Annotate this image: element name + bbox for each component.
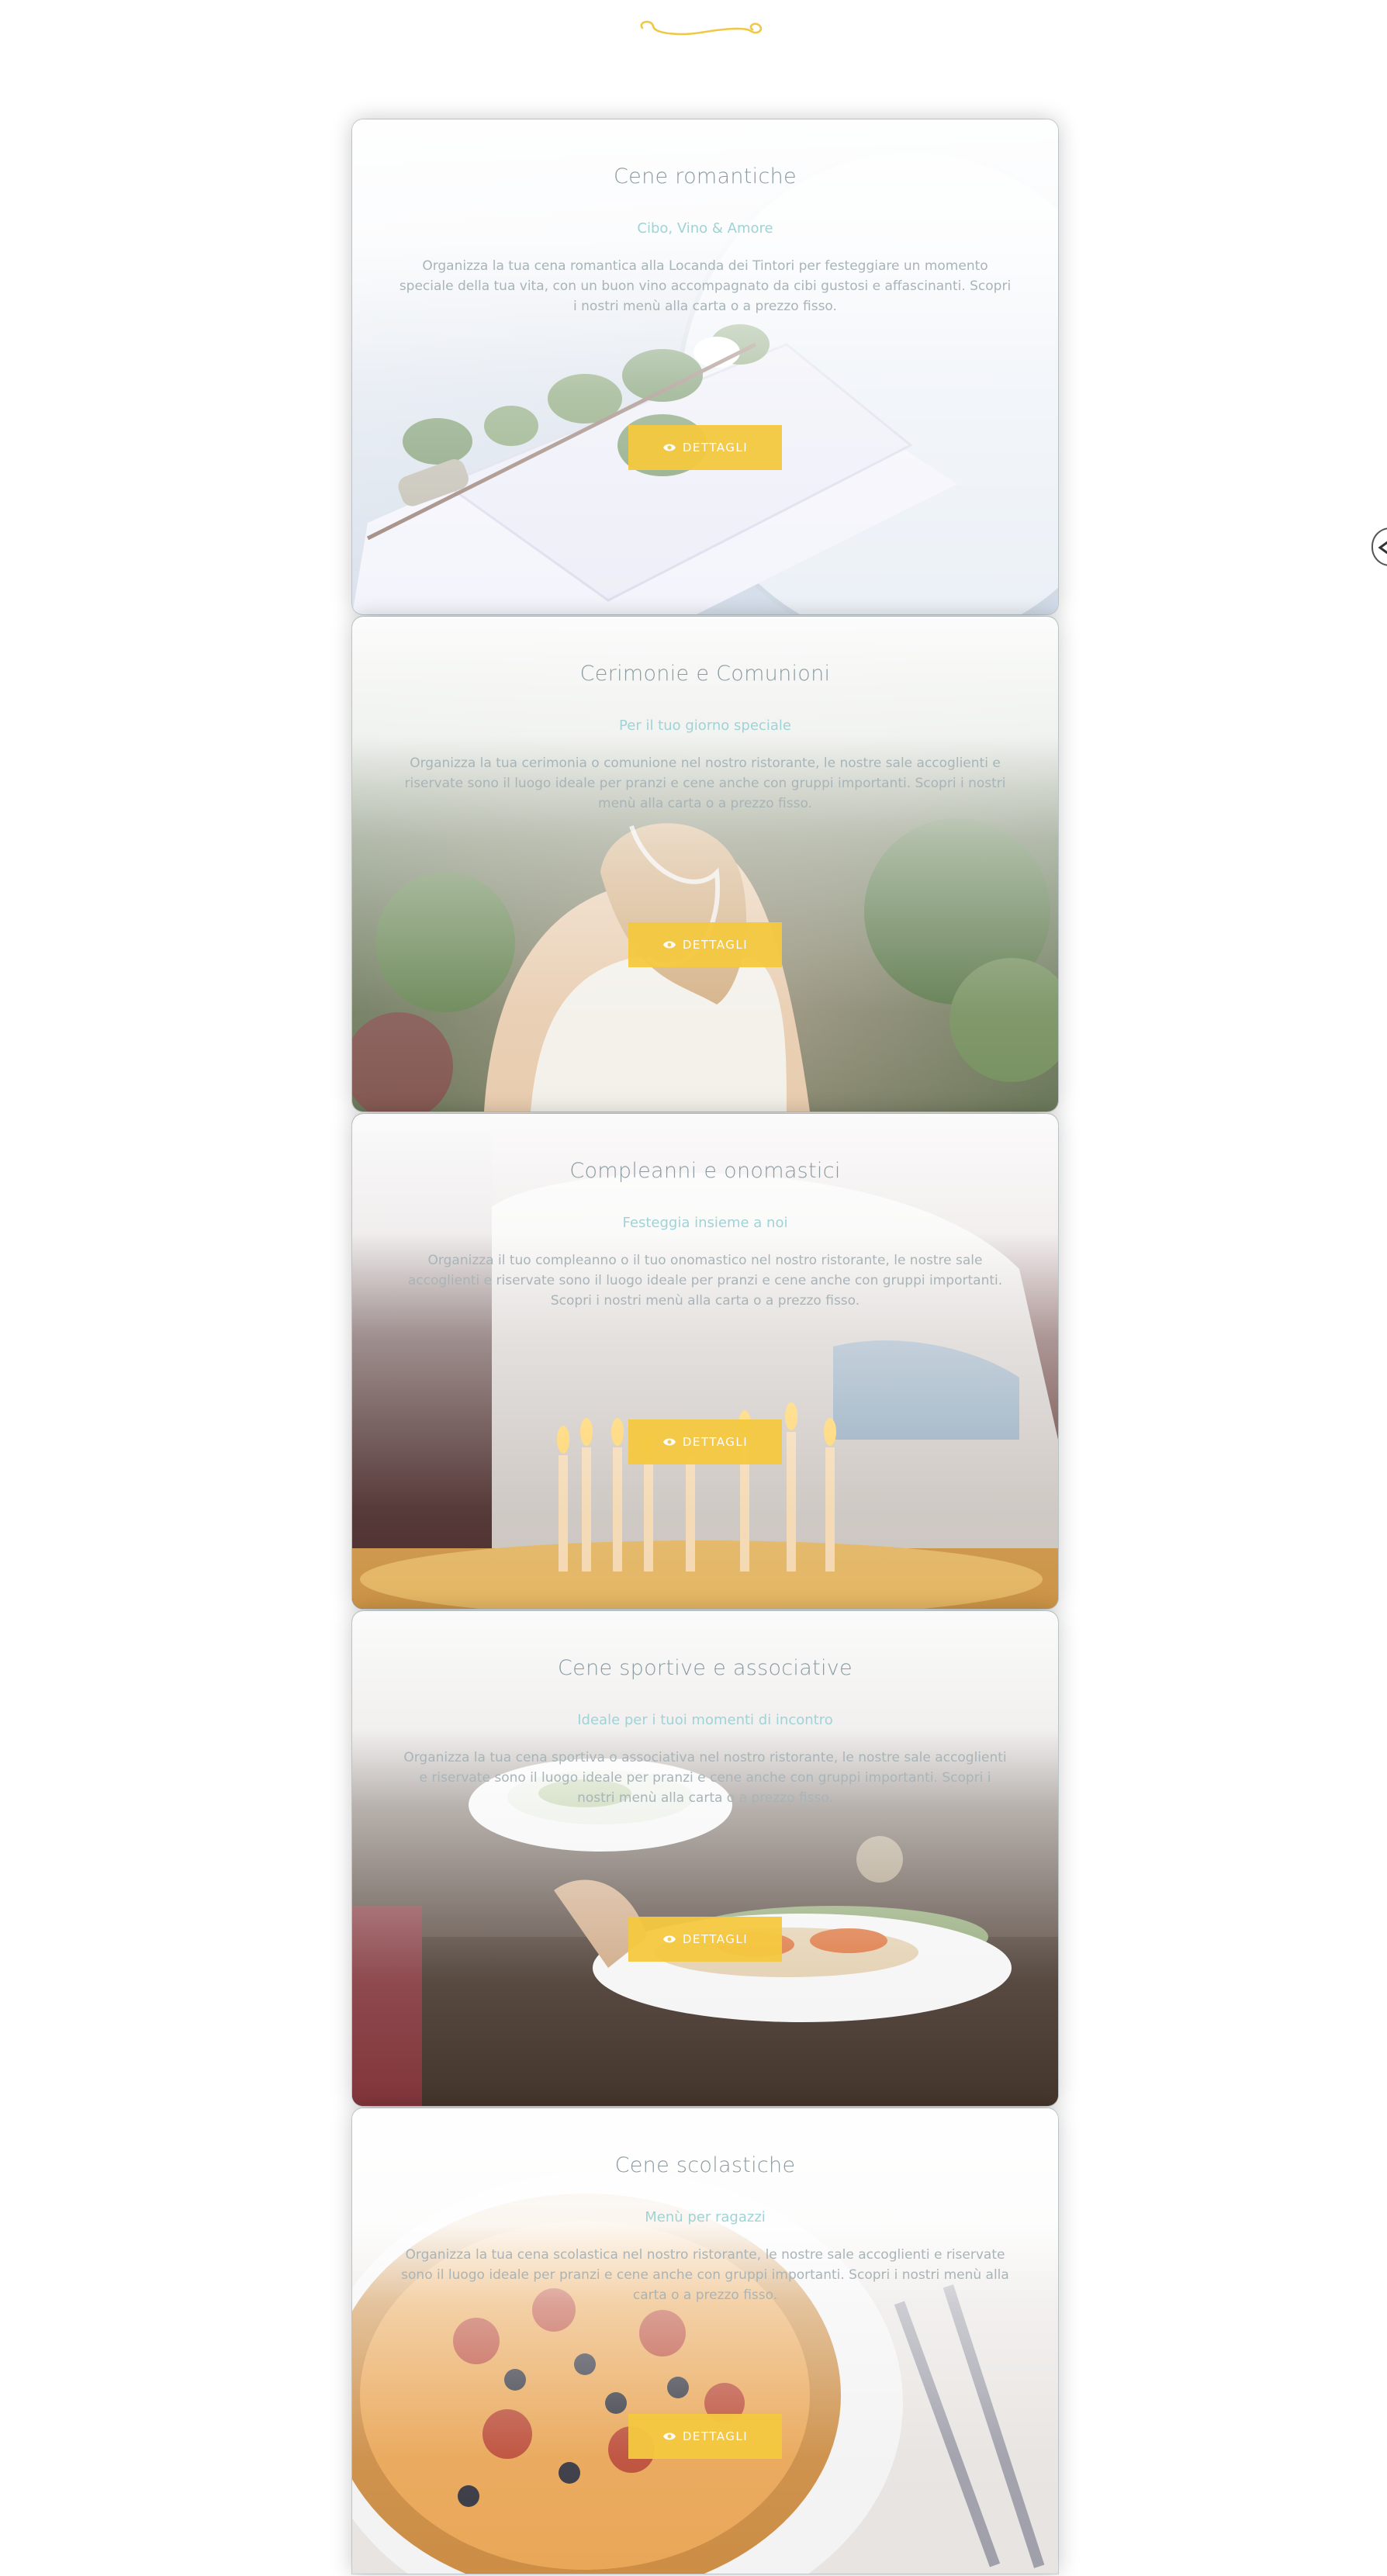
- card-title: Compleanni e onomastici: [569, 1159, 841, 1183]
- card-cene-romantiche: Cene romantiche Cibo, Vino & Amore Organ…: [352, 119, 1058, 614]
- card-title: Cerimonie e Comunioni: [579, 662, 831, 686]
- card-description: Organizza la tua cena romantica alla Loc…: [399, 258, 1012, 314]
- eye-icon: [662, 1935, 676, 1944]
- card-title: Cene sportive e associative: [558, 1656, 853, 1680]
- details-button[interactable]: DETTAGLI: [628, 1419, 782, 1464]
- eye-icon: [662, 1437, 676, 1447]
- card-cene-sportive-associative: Cene sportive e associative Ideale per i…: [352, 1611, 1058, 2106]
- details-button-label: DETTAGLI: [682, 441, 749, 455]
- details-button-label: DETTAGLI: [682, 1435, 749, 1449]
- details-button-label: DETTAGLI: [682, 938, 749, 952]
- eye-icon: [662, 2432, 676, 2441]
- card-title: Cene romantiche: [614, 164, 797, 188]
- details-button[interactable]: DETTAGLI: [628, 2414, 782, 2459]
- card-compleanni-onomastici: Compleanni e onomastici Festeggia insiem…: [352, 1114, 1058, 1609]
- card-subtitle: Ideale per i tuoi momenti di incontro: [577, 1712, 833, 1728]
- details-button-label: DETTAGLI: [682, 1932, 749, 1946]
- scroll-back-button[interactable]: [1371, 527, 1387, 566]
- card-cene-scolastiche: Cene scolastiche Menù per ragazzi Organi…: [352, 2108, 1058, 2574]
- swirl-divider-icon: [640, 20, 763, 36]
- eye-icon: [662, 940, 676, 949]
- card-description: Organizza la tua cena sportiva o associa…: [403, 1750, 1007, 1806]
- details-button[interactable]: DETTAGLI: [628, 1917, 782, 1962]
- details-button[interactable]: DETTAGLI: [628, 425, 782, 470]
- card-description: Organizza il tuo compleanno o il tuo ono…: [407, 1253, 1003, 1309]
- details-button-label: DETTAGLI: [682, 2429, 749, 2443]
- card-subtitle: Festeggia insieme a noi: [622, 1215, 788, 1231]
- arrow-left-icon: [1378, 541, 1387, 555]
- card-description: Organizza la tua cerimonia o comunione n…: [404, 756, 1006, 811]
- card-description: Organizza la tua cena scolastica nel nos…: [401, 2247, 1009, 2303]
- card-subtitle: Per il tuo giorno speciale: [619, 717, 791, 734]
- event-cards-list: Cene romantiche Cibo, Vino & Amore Organ…: [352, 119, 1058, 2576]
- eye-icon: [662, 443, 676, 452]
- details-button[interactable]: DETTAGLI: [628, 922, 782, 967]
- card-title: Cene scolastiche: [614, 2153, 796, 2177]
- card-subtitle: Cibo, Vino & Amore: [637, 220, 773, 237]
- card-cerimonie-comunioni: Cerimonie e Comunioni Per il tuo giorno …: [352, 617, 1058, 1112]
- card-subtitle: Menù per ragazzi: [645, 2209, 766, 2225]
